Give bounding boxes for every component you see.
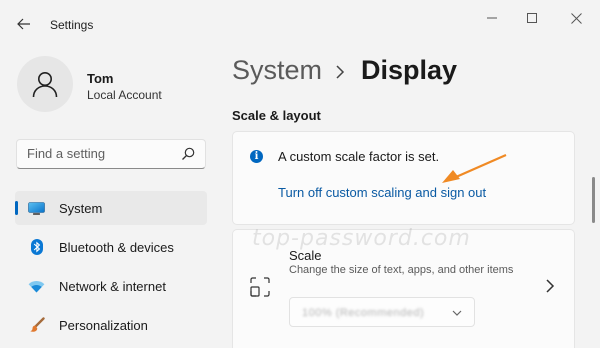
app-title: Settings (50, 18, 94, 32)
avatar[interactable] (17, 56, 73, 112)
scale-dropdown[interactable]: 100% (Recommended) (289, 297, 475, 327)
sign-out-link[interactable]: Turn off custom scaling and sign out (278, 185, 486, 200)
monitor-icon (28, 200, 45, 216)
watermark: top-password.com (252, 226, 471, 251)
maximize-button[interactable] (518, 8, 546, 28)
chevron-right-icon[interactable] (545, 279, 555, 293)
scale-dropdown-value: 100% (Recommended) (302, 307, 425, 319)
scale-icon (250, 277, 270, 297)
breadcrumb-chevron-icon (336, 65, 345, 79)
close-button[interactable] (562, 8, 590, 28)
sidebar-item-label: Bluetooth & devices (59, 240, 174, 255)
minimize-icon (487, 17, 497, 19)
chevron-down-icon (452, 310, 462, 316)
search-input[interactable] (27, 146, 177, 161)
sidebar-item-label: Network & internet (59, 279, 166, 294)
notice-text: A custom scale factor is set. (278, 149, 440, 164)
sidebar-item-personalization[interactable]: Personalization (15, 308, 207, 342)
account-type: Local Account (87, 88, 162, 102)
breadcrumb-parent[interactable]: System (232, 55, 322, 86)
active-indicator (15, 201, 18, 215)
back-button[interactable] (10, 10, 38, 38)
user-icon (32, 72, 58, 98)
user-name: Tom (87, 71, 114, 86)
bluetooth-icon (28, 239, 45, 255)
sidebar-item-label: Personalization (59, 318, 148, 333)
maximize-icon (527, 13, 537, 23)
minimize-button[interactable] (478, 8, 506, 28)
sidebar-item-system[interactable]: System (15, 191, 207, 225)
annotation-arrow-icon (442, 153, 507, 183)
close-icon (570, 12, 582, 24)
info-icon: i (250, 150, 263, 163)
page-title: Display (361, 55, 458, 85)
search-icon[interactable] (181, 147, 195, 161)
sidebar-item-label: System (59, 201, 103, 216)
sidebar-item-network-internet[interactable]: Network & internet (15, 269, 207, 303)
brush-icon (28, 317, 45, 333)
scrollbar[interactable] (592, 177, 595, 223)
scale-notice-card (232, 131, 575, 225)
sidebar-item-bluetooth-devices[interactable]: Bluetooth & devices (15, 230, 207, 264)
scale-description: Change the size of text, apps, and other… (289, 264, 514, 276)
wifi-icon (28, 278, 45, 294)
back-arrow-icon (17, 18, 30, 30)
search-box[interactable] (16, 139, 206, 169)
section-title: Scale & layout (232, 108, 321, 123)
